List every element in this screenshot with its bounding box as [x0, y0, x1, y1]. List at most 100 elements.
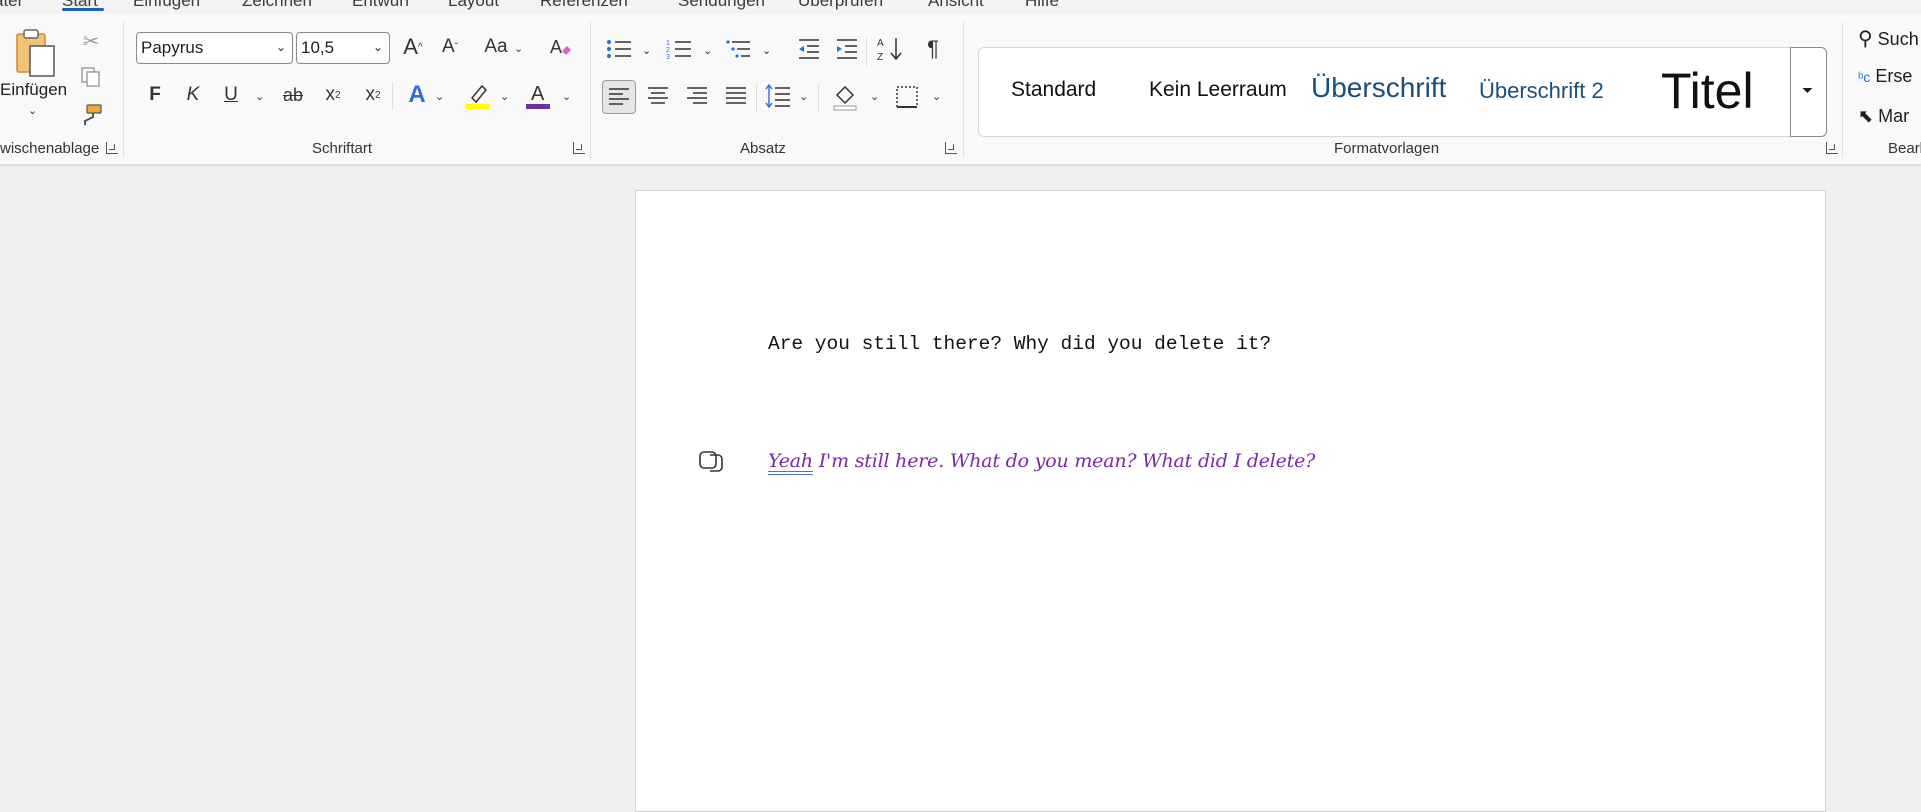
line-spacing-button[interactable]	[762, 80, 794, 112]
style-titel[interactable]: Titel	[1661, 62, 1754, 120]
svg-text:A: A	[531, 83, 545, 105]
borders-icon	[896, 86, 918, 108]
copilot-icon[interactable]	[698, 449, 724, 478]
underline-button[interactable]: U	[216, 80, 246, 110]
paste-dropdown-chevron-icon[interactable]: ⌄	[28, 104, 37, 117]
editing-group-label: Bearb	[1888, 140, 1921, 157]
tab-hilfe[interactable]: Hilfe	[1025, 0, 1059, 11]
style-kein-leerraum[interactable]: Kein Leerraum	[1149, 78, 1294, 102]
font-color-icon: A	[526, 83, 550, 109]
style-ueberschrift-2[interactable]: Überschrift 2	[1479, 78, 1604, 104]
group-separator	[590, 22, 591, 158]
tab-ueberpruefen[interactable]: Überprüfen	[798, 0, 883, 11]
font-color-chevron-icon[interactable]: ⌄	[562, 90, 571, 103]
grow-font-button[interactable]: A ^	[398, 32, 428, 62]
paragraph-dialog-launcher-icon[interactable]	[945, 142, 957, 154]
subscript-icon: x	[325, 84, 335, 105]
format-painter-icon[interactable]	[78, 102, 104, 128]
tab-zeichnen[interactable]: Zeichnen	[242, 0, 312, 11]
tab-sendungen[interactable]: Sendungen	[678, 0, 765, 11]
chevron-down-icon[interactable]: ⌄	[276, 40, 286, 54]
numbering-button[interactable]: 123	[664, 34, 694, 64]
superscript-button[interactable]: x2	[358, 80, 388, 110]
tab-entwurf[interactable]: Entwurf	[352, 0, 410, 11]
replace-label: Erse	[1875, 66, 1913, 86]
clipboard-group-label: wischenablage	[0, 140, 100, 157]
ribbon: Einfügen ⌄ ✂ wischenablage Papyrus ⌄ 10,…	[0, 14, 1921, 165]
numbering-chevron-icon[interactable]: ⌄	[703, 44, 712, 57]
text-effects-chevron-icon[interactable]: ⌄	[435, 90, 444, 103]
justify-button[interactable]	[720, 80, 752, 112]
replace-button[interactable]: ᵇc Erse	[1858, 66, 1912, 87]
divider	[818, 84, 819, 112]
line-spacing-chevron-icon[interactable]: ⌄	[799, 90, 808, 103]
bold-button[interactable]: F	[140, 80, 170, 110]
bullets-button[interactable]	[604, 34, 634, 64]
align-left-button[interactable]	[602, 80, 636, 114]
chevron-down-icon[interactable]: ⌄	[373, 40, 383, 54]
highlight-chevron-icon[interactable]: ⌄	[500, 90, 509, 103]
multilevel-list-button[interactable]	[724, 34, 754, 64]
style-ueberschrift-1[interactable]: Überschrift	[1311, 72, 1446, 104]
shrink-font-button[interactable]: Aˇ	[435, 32, 465, 62]
align-right-button[interactable]	[681, 80, 713, 112]
tab-datei[interactable]: ater	[0, 0, 23, 11]
shading-button[interactable]	[828, 80, 862, 114]
font-color-button[interactable]: A	[522, 78, 554, 112]
font-name-combobox[interactable]: Papyrus ⌄	[136, 32, 293, 64]
clear-formatting-icon[interactable]: A	[545, 32, 575, 62]
sort-icon[interactable]: AZ	[874, 34, 906, 64]
justify-icon	[726, 87, 746, 104]
change-case-button[interactable]: Aa	[478, 32, 514, 62]
styles-gallery-more-button[interactable]: ⏷	[1790, 47, 1827, 137]
group-separator	[963, 22, 964, 158]
spelling-marked-word[interactable]: Yeah	[768, 450, 813, 472]
font-dialog-launcher-icon[interactable]	[573, 142, 585, 154]
paste-label[interactable]: Einfügen	[0, 80, 67, 100]
highlighter-icon	[466, 84, 490, 109]
increase-indent-icon[interactable]	[832, 34, 862, 64]
font-size-combobox[interactable]: 10,5 ⌄	[296, 32, 390, 64]
highlight-color-button[interactable]	[462, 78, 494, 112]
italic-button[interactable]: K	[178, 80, 208, 110]
strikethrough-button[interactable]: ab	[278, 80, 308, 110]
tab-layout[interactable]: Layout	[448, 0, 499, 11]
tab-ansicht[interactable]: Ansicht	[928, 0, 984, 11]
align-center-button[interactable]	[642, 80, 674, 112]
divider	[756, 84, 757, 112]
document-page[interactable]: Are you still there? Why did you delete …	[635, 190, 1826, 812]
shading-chevron-icon[interactable]: ⌄	[870, 90, 879, 103]
bullet-list-icon	[607, 40, 631, 58]
document-line-2[interactable]: Yeah I'm still here. What do you mean? W…	[768, 450, 1315, 472]
bullets-chevron-icon[interactable]: ⌄	[642, 44, 651, 57]
svg-text:3: 3	[666, 54, 670, 60]
styles-dialog-launcher-icon[interactable]	[1826, 142, 1838, 154]
superscript-icon: x	[365, 84, 375, 105]
group-separator	[1842, 22, 1843, 158]
search-icon: ⚲	[1858, 28, 1873, 50]
borders-chevron-icon[interactable]: ⌄	[932, 90, 941, 103]
style-standard[interactable]: Standard	[1011, 78, 1096, 102]
select-button[interactable]: ⬉ Mar	[1858, 106, 1909, 127]
shrink-font-icon: A	[441, 36, 455, 57]
show-formatting-marks-button[interactable]: ¶	[918, 34, 948, 64]
subscript-button[interactable]: x2	[318, 80, 348, 110]
document-line-1[interactable]: Are you still there? Why did you delete …	[768, 333, 1271, 355]
tab-referenzen[interactable]: Referenzen	[540, 0, 628, 11]
menu-bar: ater Start Einfügen Zeichnen Entwurf Lay…	[0, 0, 1921, 14]
underline-chevron-icon[interactable]: ⌄	[255, 90, 264, 103]
paste-button[interactable]	[12, 26, 60, 80]
font-group-label: Schriftart	[312, 140, 373, 157]
cut-icon[interactable]: ✂	[78, 28, 104, 54]
copy-icon[interactable]	[78, 64, 104, 90]
text-effects-icon[interactable]: A	[402, 80, 432, 110]
line-spacing-icon	[765, 84, 790, 108]
multilevel-chevron-icon[interactable]: ⌄	[762, 44, 771, 57]
find-button[interactable]: ⚲ Such	[1858, 26, 1919, 51]
change-case-chevron-icon[interactable]: ⌄	[514, 42, 523, 55]
paste-icon	[16, 29, 55, 77]
decrease-indent-icon[interactable]	[794, 34, 824, 64]
borders-button[interactable]	[890, 80, 924, 114]
tab-einfuegen[interactable]: Einfügen	[133, 0, 200, 11]
clipboard-dialog-launcher-icon[interactable]	[106, 142, 118, 154]
